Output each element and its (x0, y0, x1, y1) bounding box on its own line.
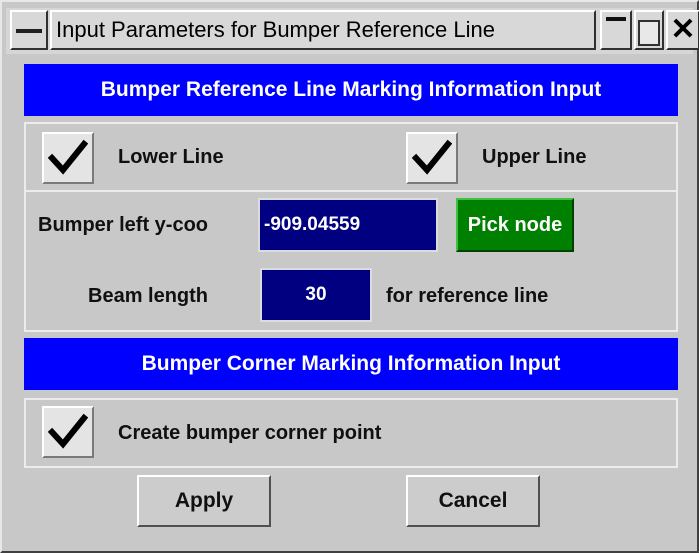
corner-section-header: Bumper Corner Marking Information Input (24, 338, 678, 390)
upper-line-checkbox[interactable] (406, 132, 458, 184)
reference-line-section-header: Bumper Reference Line Marking Informatio… (24, 64, 678, 116)
checkmark-icon (48, 413, 88, 449)
checkmark-icon (412, 139, 452, 175)
window-menu-icon (16, 29, 42, 33)
close-icon: ✕ (670, 13, 696, 46)
pick-node-button[interactable]: Pick node (456, 198, 574, 252)
beam-length-label: Beam length (88, 285, 209, 307)
upper-line-label: Upper Line (482, 146, 587, 168)
create-corner-label: Create bumper corner point (118, 422, 382, 444)
apply-button[interactable]: Apply (137, 475, 271, 527)
beam-length-suffix: for reference line (386, 285, 549, 307)
lower-line-checkbox[interactable] (42, 132, 94, 184)
beam-length-input[interactable]: 30 (260, 268, 372, 322)
checkmark-icon (48, 139, 88, 175)
close-button[interactable]: ✕ (666, 10, 699, 50)
minimize-icon (606, 17, 626, 21)
window-menu-button[interactable] (10, 10, 48, 50)
bumper-left-label: Bumper left y-coo (38, 214, 209, 236)
minimize-button[interactable] (600, 10, 632, 50)
cancel-button[interactable]: Cancel (406, 475, 540, 527)
create-corner-checkbox[interactable] (42, 406, 94, 458)
panel-divider (24, 190, 678, 192)
title-bar: Input Parameters for Bumper Reference Li… (6, 8, 699, 54)
bumper-left-y-input[interactable]: -909.04559 (258, 198, 438, 252)
maximize-icon (638, 20, 660, 46)
lower-line-label: Lower Line (118, 146, 224, 168)
maximize-button[interactable] (634, 10, 664, 50)
window-title: Input Parameters for Bumper Reference Li… (50, 10, 596, 50)
